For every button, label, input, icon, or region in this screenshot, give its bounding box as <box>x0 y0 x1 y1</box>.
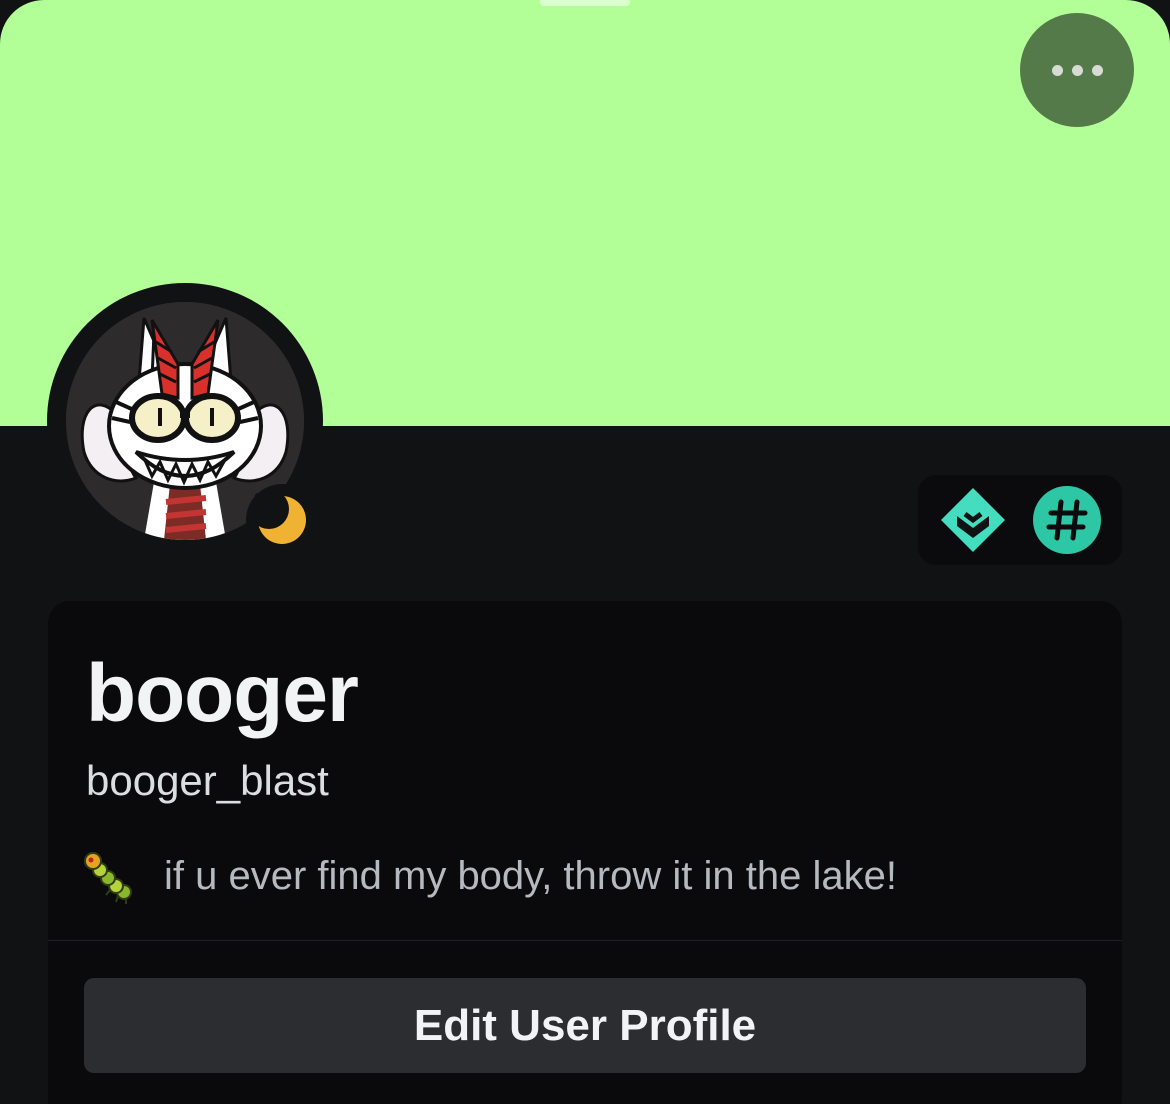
more-dots-icon-part <box>1091 64 1103 76</box>
badge-list <box>918 475 1122 565</box>
custom-status: if u ever find my body, throw it in the … <box>82 846 897 906</box>
more-dots-icon <box>1051 64 1063 76</box>
caterpillar-emoji-icon <box>84 852 132 904</box>
more-dots-icon-part <box>1071 64 1083 76</box>
edit-user-profile-button[interactable]: Edit User Profile <box>84 978 1086 1073</box>
idle-moon-icon <box>255 493 306 544</box>
custom-status-text: if u ever find my body, throw it in the … <box>164 854 897 898</box>
hashtag-badge-icon[interactable] <box>1031 484 1103 556</box>
username[interactable]: booger_blast <box>86 756 329 806</box>
profile-sheet: booger booger_blast if u ever find my bo… <box>0 0 1170 1104</box>
sheet-grabber-handle[interactable] <box>540 0 630 6</box>
card-divider <box>48 940 1122 941</box>
hypesquad-badge-icon[interactable] <box>937 484 1009 556</box>
more-options-button[interactable] <box>1020 13 1134 127</box>
display-name: booger <box>86 648 359 739</box>
